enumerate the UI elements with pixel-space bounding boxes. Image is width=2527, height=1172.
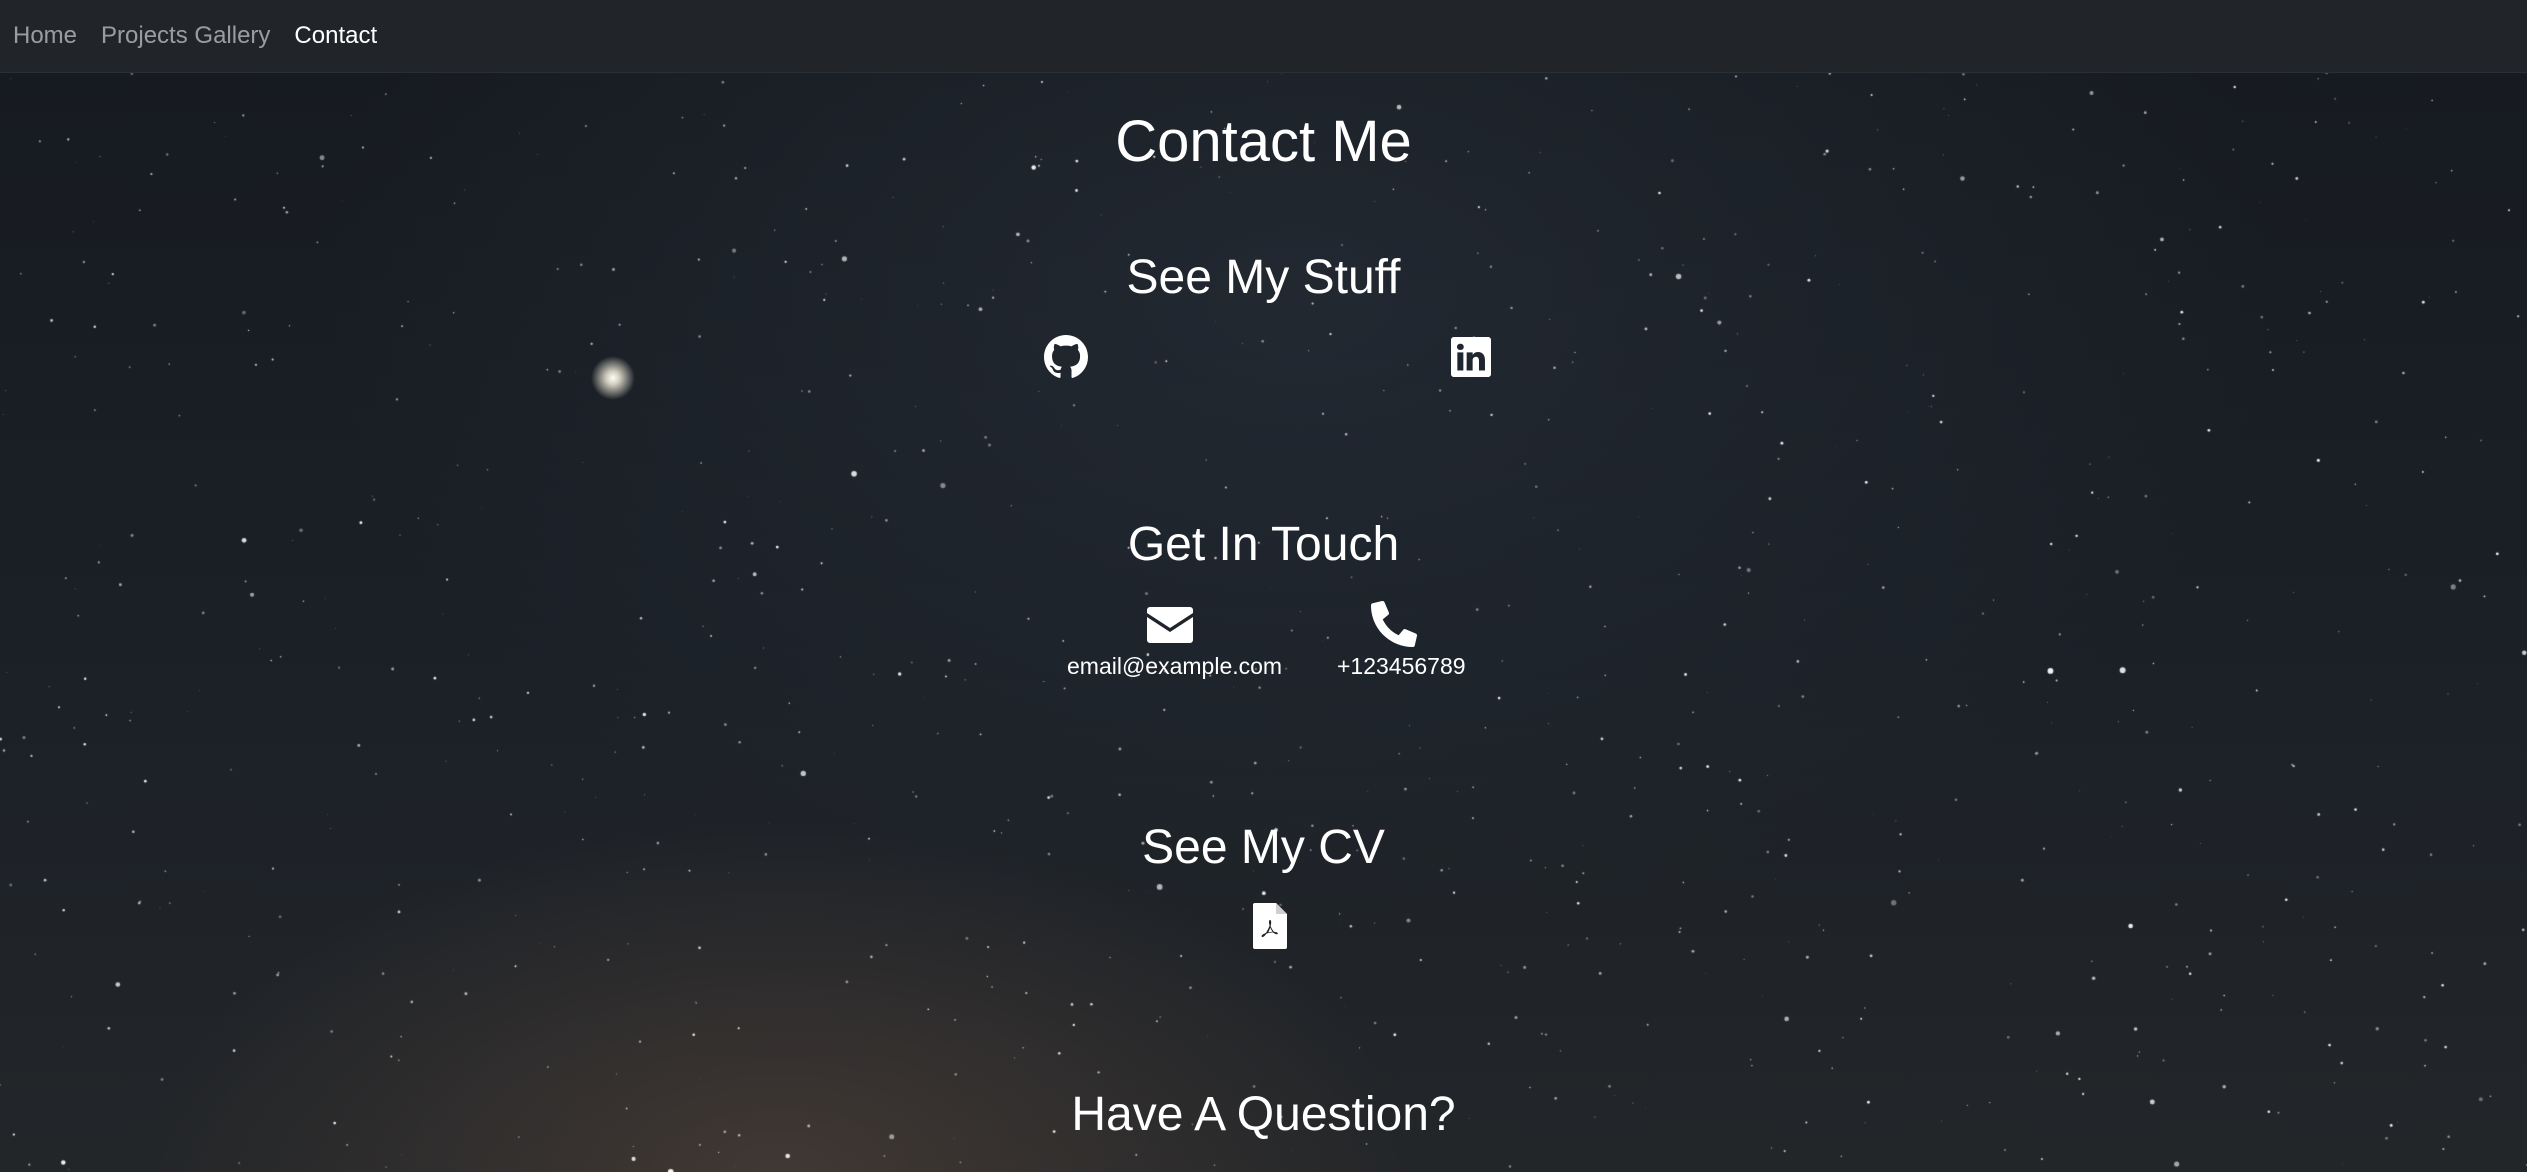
see-my-stuff-heading: See My Stuff: [1126, 251, 1401, 304]
email-address[interactable]: email@example.com: [1067, 653, 1282, 680]
nav-link-projects-gallery[interactable]: Projects Gallery: [101, 22, 270, 50]
have-a-question-heading: Have A Question?: [1071, 1088, 1456, 1141]
contact-page: Contact Me See My Stuff Get In Touch ema…: [0, 0, 2527, 1172]
get-in-touch-heading: Get In Touch: [1127, 518, 1400, 571]
page-title: Contact Me: [1115, 109, 1412, 174]
top-navbar: Home Projects Gallery Contact: [0, 0, 2527, 73]
see-my-cv-heading: See My CV: [1142, 821, 1385, 874]
nav-link-home[interactable]: Home: [13, 22, 77, 50]
linkedin-icon[interactable]: [1451, 337, 1491, 377]
envelope-icon[interactable]: [1147, 607, 1193, 643]
nav-link-contact[interactable]: Contact: [294, 22, 377, 50]
pdf-file-icon[interactable]: [1253, 903, 1287, 949]
phone-number[interactable]: +123456789: [1337, 653, 1466, 680]
phone-icon[interactable]: [1371, 601, 1417, 647]
nav-links: Home Projects Gallery Contact: [13, 22, 401, 50]
github-icon[interactable]: [1044, 335, 1088, 379]
